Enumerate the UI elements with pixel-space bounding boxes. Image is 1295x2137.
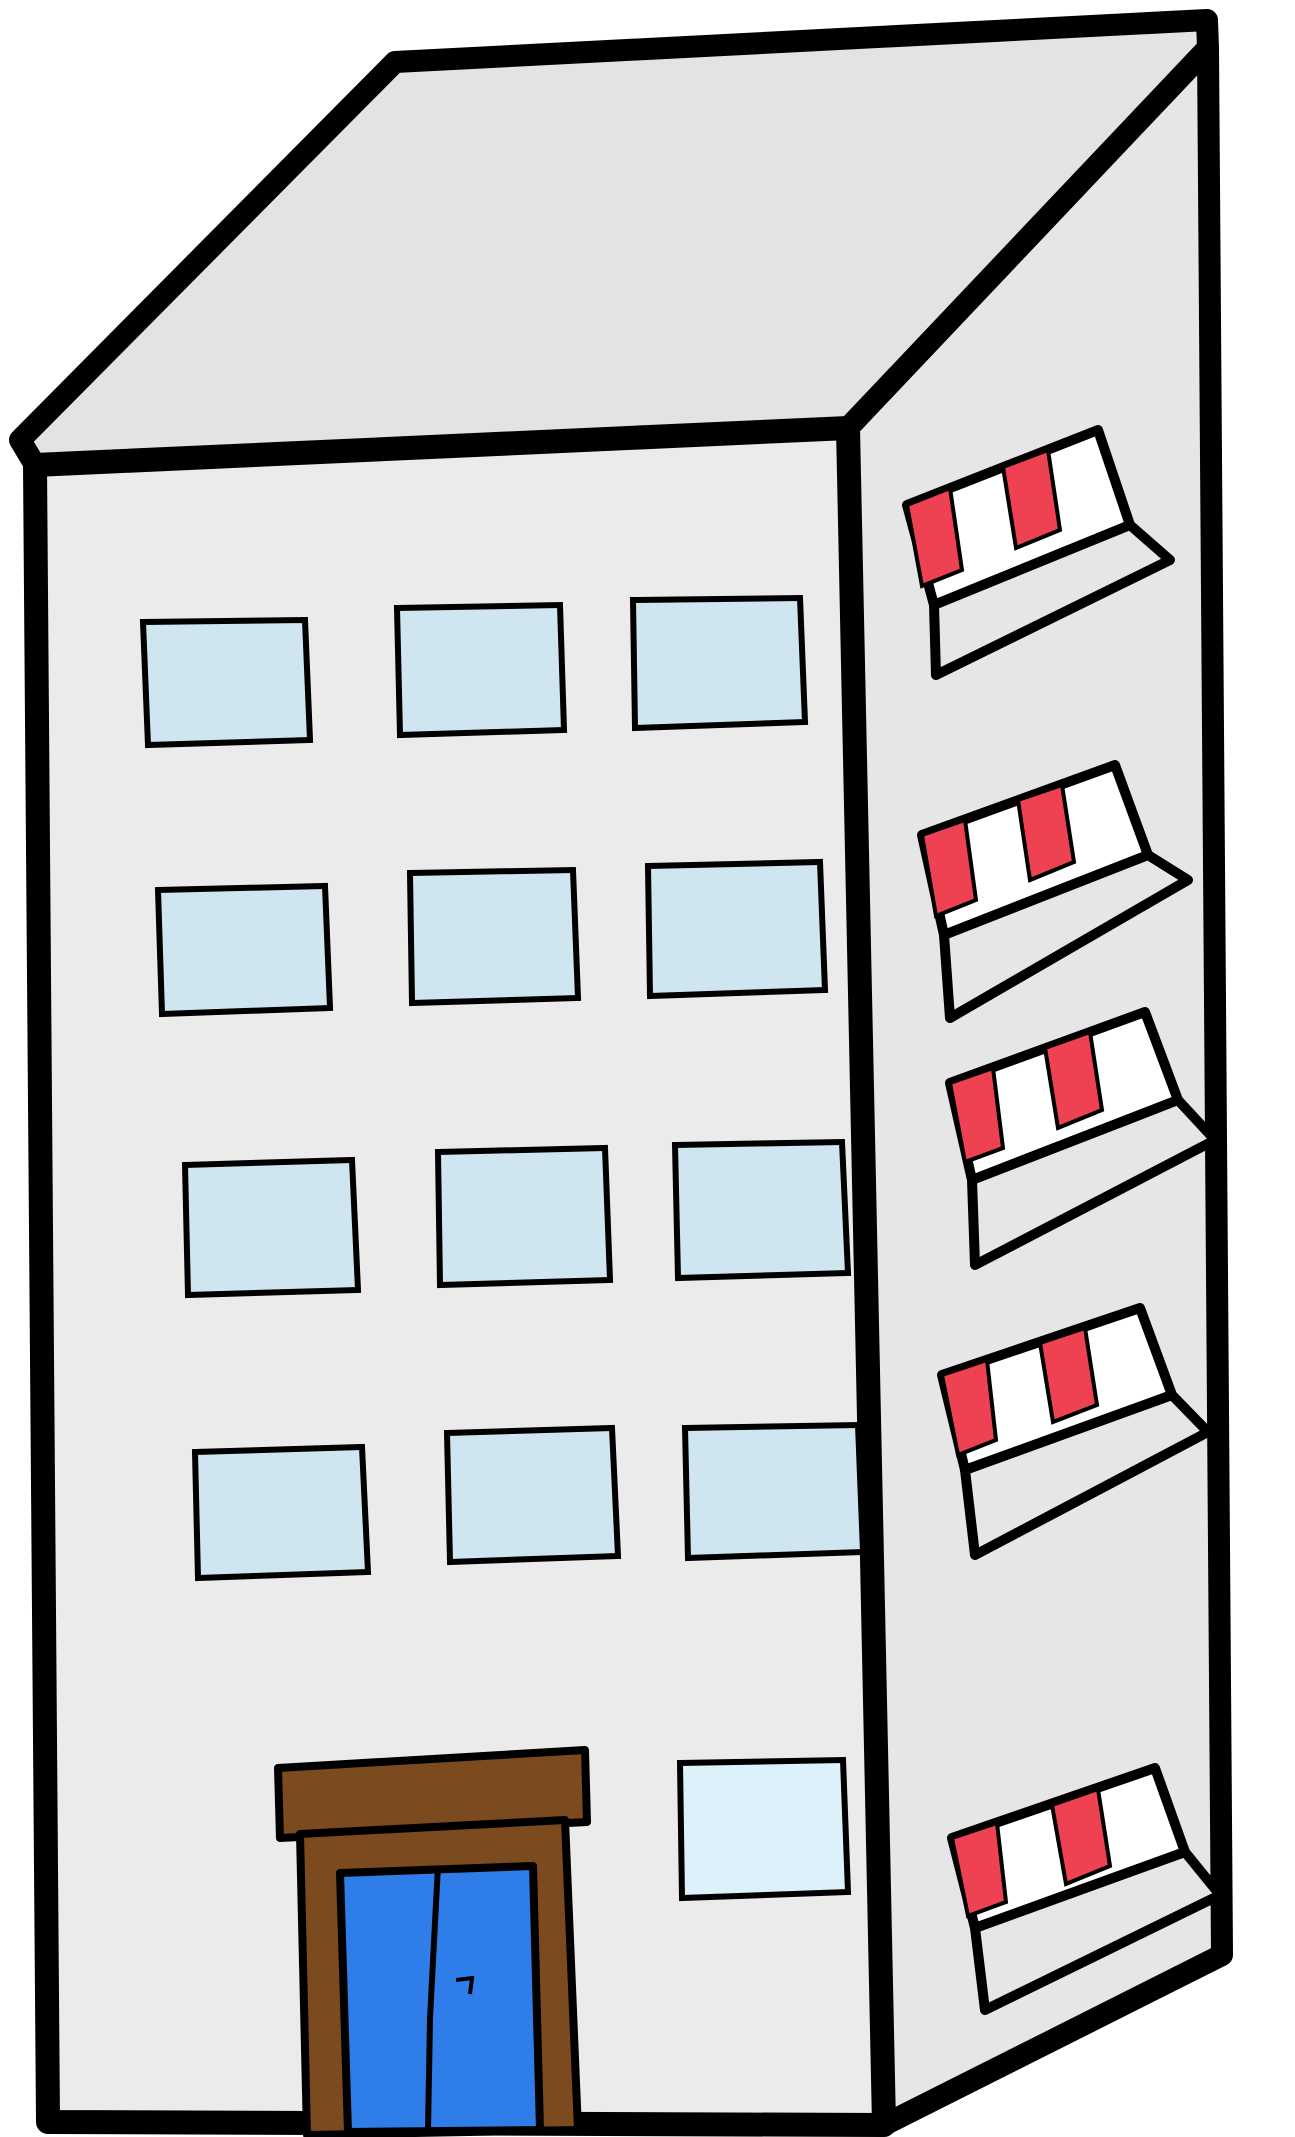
- window: [139, 616, 314, 749]
- window: [671, 1138, 852, 1282]
- apartment-building-illustration: [9, 9, 1233, 2137]
- window: [629, 594, 809, 732]
- window: [644, 858, 829, 1000]
- window: [181, 1156, 362, 1299]
- balcony-stripe: [1015, 782, 1077, 883]
- window: [434, 1144, 614, 1289]
- window: [443, 1424, 622, 1566]
- window: [681, 1421, 867, 1562]
- window: [676, 1756, 852, 1902]
- entrance: [274, 1746, 591, 2137]
- window: [393, 601, 568, 739]
- window: [154, 882, 334, 1018]
- door-glass: [336, 1862, 544, 2136]
- window: [406, 866, 582, 1007]
- window: [191, 1443, 372, 1582]
